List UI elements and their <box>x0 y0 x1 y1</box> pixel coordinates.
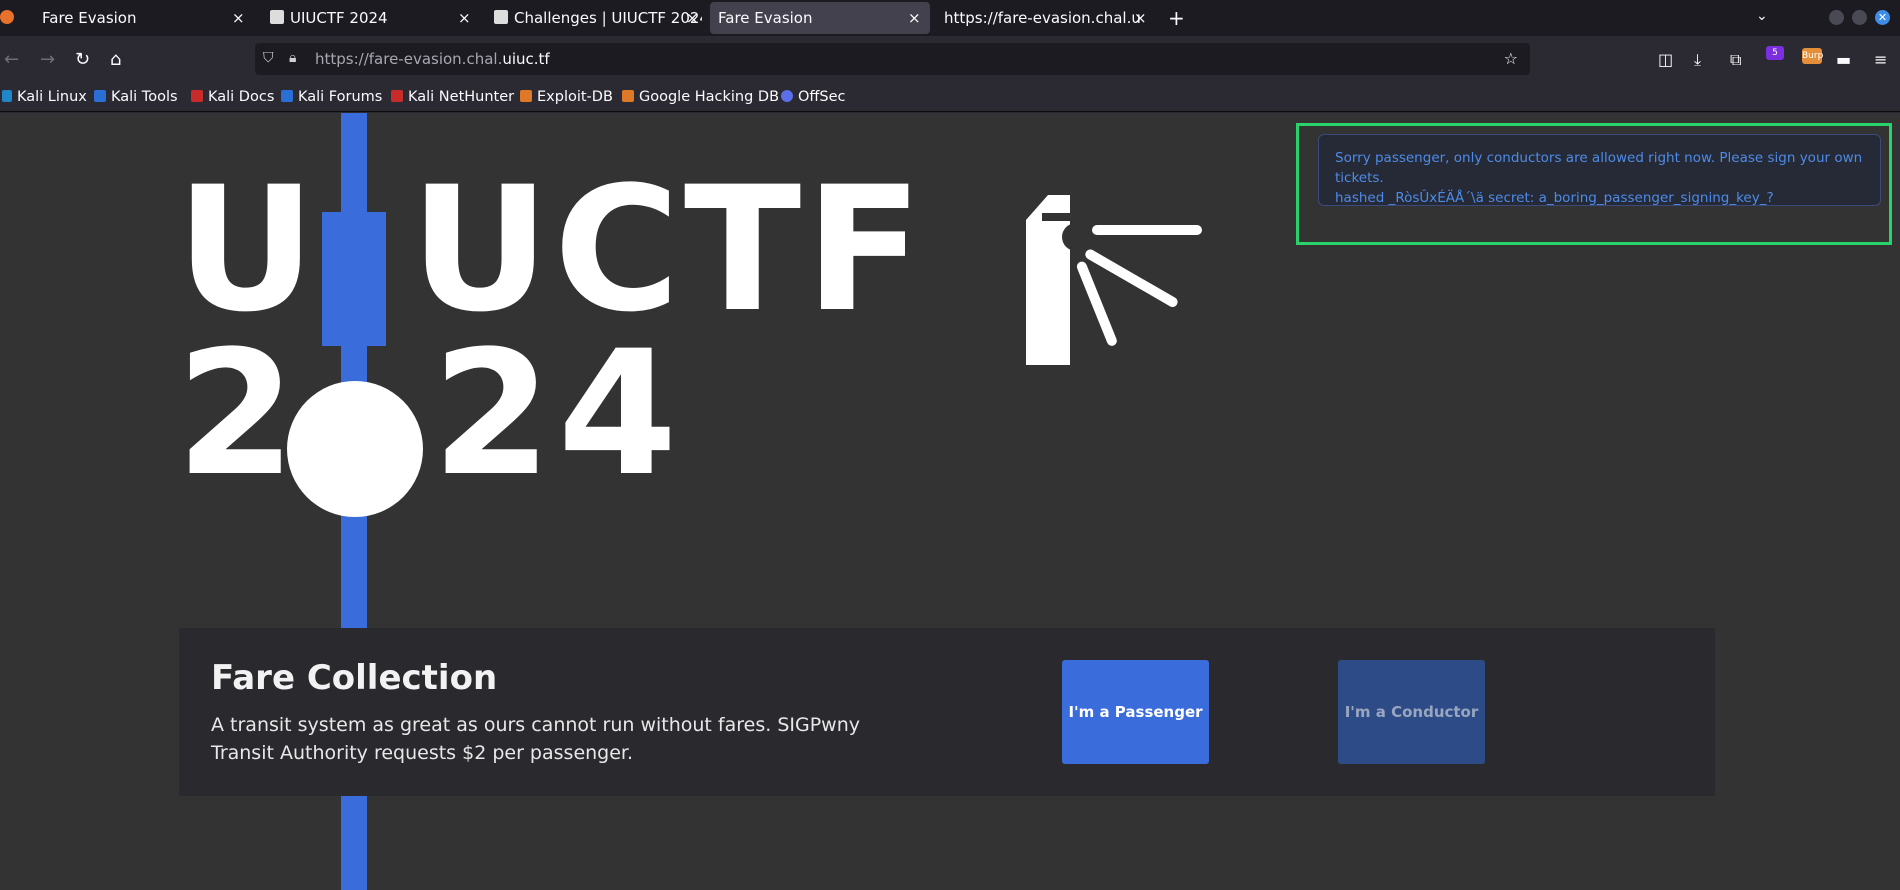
tab-close-icon[interactable]: × <box>908 2 921 34</box>
tab-uiuctf-2024[interactable]: UIUCTF 2024 × <box>262 0 472 36</box>
tab-title: Fare Evasion <box>718 9 813 27</box>
offsec-icon <box>781 90 793 102</box>
extensions-icon[interactable]: ⧉ <box>1730 50 1741 70</box>
downloads-icon[interactable]: ⤓ <box>1694 50 1701 70</box>
reload-icon[interactable]: ↻ <box>75 48 90 72</box>
url-host: uiuc.tf <box>502 50 550 68</box>
tab-fare-evasion-url[interactable]: https://fare-evasion.chal.uiuc × <box>936 0 1152 36</box>
transit-line-decoration <box>341 795 367 890</box>
kali-forums-icon <box>281 90 293 102</box>
extension-badge[interactable]: 5 <box>1766 46 1784 60</box>
alert-message: Sorry passenger, only conductors are all… <box>1318 134 1881 206</box>
exploit-db-icon <box>520 90 532 102</box>
forward-arrow-icon[interactable]: → <box>40 48 55 72</box>
bookmark-label: Google Hacking DB <box>639 89 780 105</box>
alert-line-2: hashed _RòsÛxÉÄÅ´\ä secret: a_boring_pas… <box>1335 190 1774 206</box>
turnstile-icon <box>1026 195 1202 365</box>
minimize-button[interactable] <box>1829 10 1844 25</box>
list-all-tabs-icon[interactable]: ⌄ <box>1756 8 1768 24</box>
ghdb-icon <box>622 90 634 102</box>
logo-letters-uctf: UCTF <box>410 149 927 350</box>
fare-collection-title: Fare Collection <box>211 658 498 698</box>
tab-close-icon[interactable]: × <box>686 0 699 36</box>
url-text[interactable]: https://fare-evasion.chal.uiuc.tf <box>315 43 550 75</box>
bookmark-label: Kali Linux <box>17 89 87 105</box>
close-window-button[interactable]: ✕ <box>1875 10 1890 25</box>
kali-docs-icon <box>191 90 203 102</box>
address-bar[interactable]: ⛉ 🔒︎ https://fare-evasion.chal.uiuc.tf ☆ <box>255 43 1530 75</box>
passenger-button[interactable]: I'm a Passenger <box>1062 660 1209 764</box>
fare-collection-description: A transit system as great as ours cannot… <box>211 714 860 764</box>
kali-tools-icon <box>94 90 106 102</box>
logo-year-circle <box>287 381 423 517</box>
bookmark-kali-forums[interactable]: Kali Forums <box>281 84 382 110</box>
home-icon[interactable]: ⌂ <box>110 48 121 72</box>
bookmark-label: Kali Docs <box>208 89 275 105</box>
tab-close-icon[interactable]: × <box>1134 0 1147 36</box>
bookmarks-toolbar: Kali Linux Kali Tools Kali Docs Kali For… <box>0 84 1900 112</box>
transit-line-decoration <box>341 113 367 628</box>
uiuctf-favicon-icon <box>494 10 508 24</box>
new-tab-button[interactable]: + <box>1168 0 1185 36</box>
bookmark-kali-nethunter[interactable]: Kali NetHunter <box>391 84 514 110</box>
logo-letter-u: U <box>176 149 318 350</box>
tab-title: UIUCTF 2024 <box>290 9 388 27</box>
bookmark-label: Kali Tools <box>111 89 178 105</box>
firefox-icon[interactable] <box>0 10 14 24</box>
lock-icon[interactable]: 🔒︎ <box>289 50 296 66</box>
maximize-button[interactable] <box>1852 10 1867 25</box>
bookmark-offsec[interactable]: OffSec <box>781 84 846 110</box>
bookmark-kali-docs[interactable]: Kali Docs <box>191 84 274 110</box>
tab-bar: Fare Evasion × UIUCTF 2024 × Challenges … <box>0 0 1900 36</box>
fare-collection-panel: Fare Collection A transit system as grea… <box>179 628 1715 796</box>
bookmark-label: Exploit-DB <box>537 89 613 105</box>
bookmark-kali-tools[interactable]: Kali Tools <box>94 84 178 110</box>
menu-icon[interactable]: ≡ <box>1874 50 1887 70</box>
bookmark-label: Kali Forums <box>298 89 383 105</box>
url-prefix: https://fare-evasion.chal. <box>315 50 503 68</box>
bookmark-label: OffSec <box>798 89 846 105</box>
tab-title: Challenges | UIUCTF 2024 <box>514 9 702 27</box>
burp-icon[interactable]: Burp <box>1802 48 1823 64</box>
page-content: U UCTF 2 24 Sorry passenger, only conduc… <box>0 113 1900 890</box>
bookmark-label: Kali NetHunter <box>408 89 515 105</box>
logo-year-digit-2: 2 <box>176 313 296 514</box>
tab-challenges[interactable]: Challenges | UIUCTF 2024 × <box>486 0 702 36</box>
navigation-bar: ← → ↻ ⌂ ⛉ 🔒︎ https://fare-evasion.chal.u… <box>0 36 1900 84</box>
kali-dragon-icon <box>2 90 12 102</box>
uiuctf-favicon-icon <box>270 10 284 24</box>
bookmark-star-icon[interactable]: ☆ <box>1504 49 1518 68</box>
bookmark-kali-linux[interactable]: Kali Linux <box>2 84 87 110</box>
pocket-icon[interactable]: ◫ <box>1658 50 1673 70</box>
tab-title: Fare Evasion <box>42 9 137 27</box>
tracking-shield-icon[interactable]: ⛉ <box>263 50 274 66</box>
tab-close-icon[interactable]: × <box>232 0 245 36</box>
conductor-button[interactable]: I'm a Conductor <box>1338 660 1485 764</box>
logo-i-bar <box>322 212 386 346</box>
tab-title: https://fare-evasion.chal.uiuc <box>944 9 1140 27</box>
logo-year-digits-24: 24 <box>432 313 684 514</box>
back-arrow-icon[interactable]: ← <box>4 48 19 72</box>
kali-nethunter-icon <box>391 90 403 102</box>
alert-line-1: Sorry passenger, only conductors are all… <box>1335 150 1863 186</box>
bookmark-google-hacking-db[interactable]: Google Hacking DB <box>622 84 779 110</box>
hat-extension-icon[interactable]: ▬ <box>1836 50 1851 70</box>
bookmark-exploit-db[interactable]: Exploit-DB <box>520 84 613 110</box>
tab-close-icon[interactable]: × <box>458 0 471 36</box>
tab-fare-evasion-active[interactable]: Fare Evasion × <box>710 2 930 34</box>
tab-fare-evasion-1[interactable]: Fare Evasion × <box>28 0 256 36</box>
